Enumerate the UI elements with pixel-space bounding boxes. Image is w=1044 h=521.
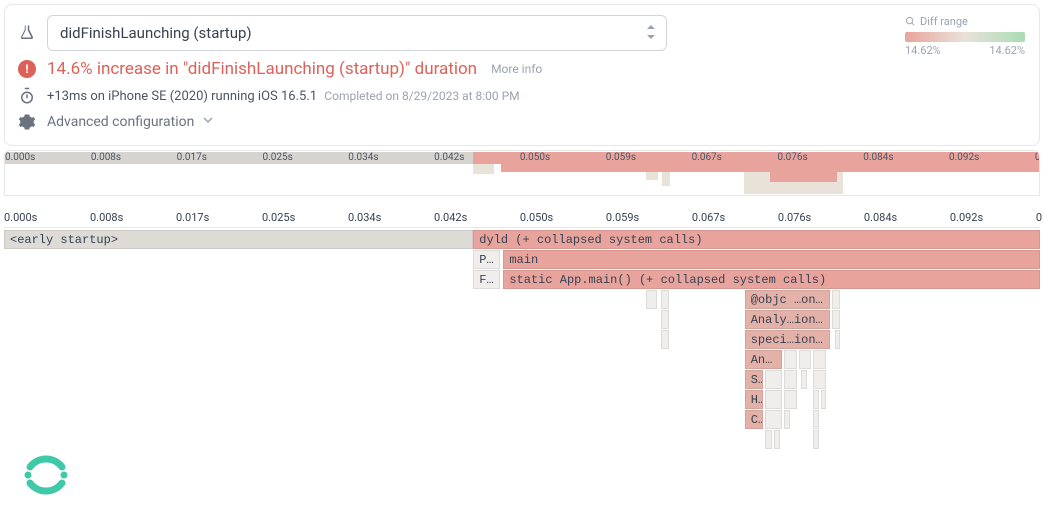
tick-label: 0.025s <box>262 152 292 163</box>
subline-completed: Completed on 8/29/2023 at 8:00 PM <box>324 89 519 103</box>
frame-t22[interactable] <box>765 430 771 449</box>
more-info-link[interactable]: More info <box>491 62 542 76</box>
tick-label: 0 <box>1035 152 1040 163</box>
tick-label: 0.059s <box>606 211 639 224</box>
tick-label: 0 <box>1036 211 1042 224</box>
frame-s[interactable]: S… <box>745 370 764 389</box>
frame-speci[interactable]: speci…ion:) <box>745 330 830 349</box>
tick-label: 0.084s <box>864 211 897 224</box>
headline-text: 14.6% increase in "didFinishLaunching (s… <box>47 59 477 79</box>
advanced-config-label: Advanced configuration <box>47 114 194 130</box>
frame-t8[interactable] <box>784 350 796 369</box>
summary-panel: didFinishLaunching (startup) ! 14.6% inc… <box>4 4 1040 146</box>
tick-label: 0.008s <box>90 211 123 224</box>
frame-t11[interactable] <box>765 370 782 389</box>
frame-t4[interactable] <box>661 310 669 329</box>
legend-max: 14.62% <box>989 44 1025 57</box>
frame-t21[interactable] <box>813 410 819 429</box>
frame-t6[interactable] <box>661 330 669 349</box>
frame-c[interactable]: C… <box>745 410 764 429</box>
frame-t13[interactable] <box>801 370 807 389</box>
frame-h[interactable]: H… <box>745 390 764 409</box>
tick-label: 0.059s <box>606 152 636 163</box>
metric-select[interactable]: didFinishLaunching (startup) <box>47 15 667 51</box>
frame-t3[interactable] <box>832 290 840 309</box>
frame-objc[interactable]: @objc …ons:) <box>745 290 830 309</box>
frame-t16[interactable] <box>784 390 796 409</box>
frame-ana[interactable]: Ana…() <box>745 350 782 369</box>
frame-t23[interactable] <box>774 430 780 449</box>
frame-app-main[interactable]: static App.main() (+ collapsed system ca… <box>503 270 1040 289</box>
tick-label: 0.042s <box>434 211 467 224</box>
tick-label: 0.017s <box>177 152 207 163</box>
alert-icon: ! <box>17 60 37 78</box>
legend-min: 14.62% <box>905 44 941 57</box>
frame-t19[interactable] <box>765 410 782 429</box>
minimap[interactable]: 0.000s 0.008s 0.017s 0.025s 0.034s 0.042s 0.05… <box>4 150 1040 196</box>
minimap-bar[interactable] <box>646 172 658 180</box>
advanced-config-toggle[interactable]: Advanced configuration <box>47 114 214 130</box>
emerge-logo <box>18 447 74 503</box>
frame-main[interactable]: main <box>503 250 1040 269</box>
minimap-bar[interactable] <box>770 172 837 182</box>
tick-label: 0.092s <box>949 152 979 163</box>
tick-label: 0.067s <box>692 152 722 163</box>
gear-icon <box>17 113 37 131</box>
tick-label: 0.008s <box>91 152 121 163</box>
magnifier-icon <box>905 16 916 27</box>
frame-t5[interactable] <box>832 310 840 329</box>
tick-label: 0.025s <box>262 211 295 224</box>
minimap-bar[interactable] <box>501 164 1039 172</box>
tick-label: 0.084s <box>863 152 893 163</box>
frame-t2[interactable] <box>661 290 669 309</box>
frame-pe[interactable]: Pe…s <box>473 250 500 269</box>
chevron-down-icon <box>202 114 214 130</box>
legend-gradient <box>905 32 1025 42</box>
stopwatch-icon <box>17 87 37 105</box>
frame-t24[interactable] <box>813 430 819 449</box>
subline-main: +13ms on iPhone SE (2020) running iOS 16… <box>47 89 317 104</box>
tick-label: 0.042s <box>434 152 464 163</box>
frame-t9[interactable] <box>799 350 811 369</box>
frame-t12[interactable] <box>784 370 796 389</box>
frame-t20[interactable] <box>784 410 790 429</box>
tick-label: 0.000s <box>5 152 35 163</box>
minimap-bar[interactable] <box>662 172 670 186</box>
subline: +13ms on iPhone SE (2020) running iOS 16… <box>47 89 520 104</box>
time-ruler[interactable]: 0.000s 0.008s 0.017s 0.025s 0.034s 0.042s 0.05… <box>4 210 1040 228</box>
frame-t7[interactable] <box>835 330 840 349</box>
frame-t1[interactable] <box>646 290 656 309</box>
frame-f[interactable]: F…) <box>473 270 500 289</box>
tick-label: 0.034s <box>348 211 381 224</box>
legend-label: Diff range <box>920 15 968 28</box>
tick-label: 0.017s <box>176 211 209 224</box>
beaker-icon <box>17 24 37 42</box>
tick-label: 0.076s <box>777 152 807 163</box>
tick-label: 0.092s <box>950 211 983 224</box>
caret-icon <box>646 25 656 41</box>
frame-t17[interactable] <box>813 390 819 409</box>
frame-t14[interactable] <box>813 370 825 389</box>
frame-dyld[interactable]: dyld (+ collapsed system calls) <box>473 230 1040 249</box>
frame-analy[interactable]: Analy…ion:) <box>745 310 830 329</box>
tick-label: 0.067s <box>692 211 725 224</box>
frame-t15[interactable] <box>765 390 782 409</box>
metric-select-value: didFinishLaunching (startup) <box>60 24 252 42</box>
tick-label: 0.000s <box>4 211 37 224</box>
tick-label: 0.034s <box>348 152 378 163</box>
frame-early-startup[interactable]: <early startup> <box>4 230 473 249</box>
tick-label: 0.050s <box>520 211 553 224</box>
tick-label: 0.050s <box>520 152 550 163</box>
tick-label: 0.076s <box>778 211 811 224</box>
flame-graph[interactable]: <early startup>dyld (+ collapsed system … <box>4 230 1040 510</box>
frame-t10[interactable] <box>813 350 825 369</box>
diff-range-legend: Diff range 14.62% 14.62% <box>905 15 1025 57</box>
minimap-bar[interactable] <box>473 164 494 174</box>
frame-t18[interactable] <box>821 390 825 409</box>
